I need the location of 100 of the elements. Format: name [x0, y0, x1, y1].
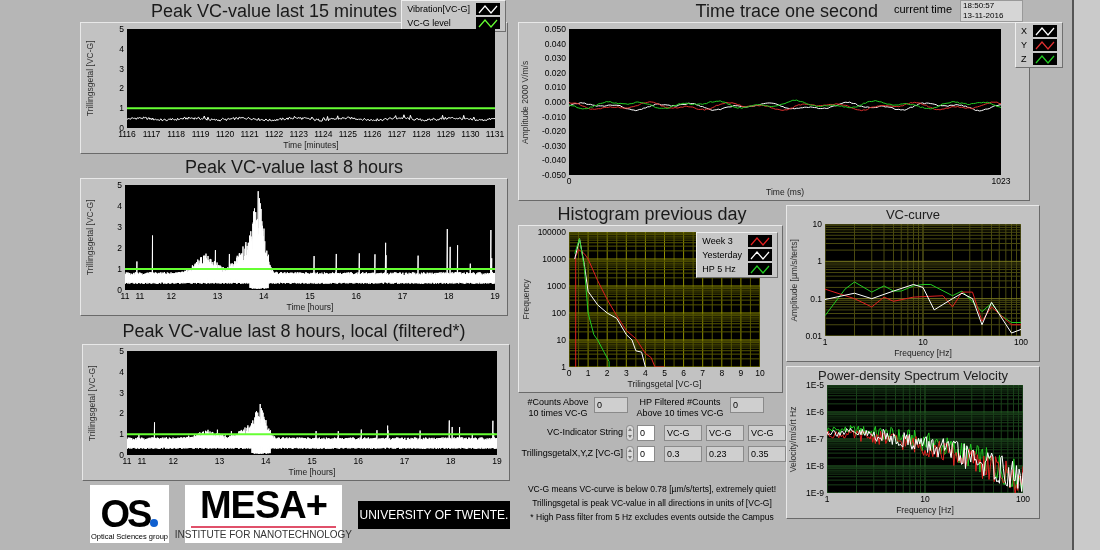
- axis-tick-label: 0.010: [544, 82, 566, 93]
- axis-tick-label: 2: [119, 83, 124, 94]
- axis-tick-label: -0.040: [541, 155, 566, 166]
- field-label: HP Filtered #Counts Above 10 times VC-G: [635, 397, 725, 419]
- axis-tick-label: 2: [119, 408, 124, 419]
- note-text: * High Pass filter from 5 Hz excludes events outside the Campus: [530, 512, 774, 523]
- legend-swatch-icon: [476, 3, 500, 15]
- spin-buttons-icon[interactable]: [626, 446, 634, 462]
- axis-tick-label: 1131: [485, 129, 505, 139]
- count-field: 0: [730, 397, 764, 413]
- axis-tick-label: 18: [444, 291, 454, 301]
- field-label: current time: [894, 2, 953, 17]
- axis-tick-label: 1129: [436, 129, 456, 139]
- axis-tick-label: 0.040: [544, 38, 566, 49]
- note-text: Trillingsgetal is peak VC-value in all directions in units of [VC-G]: [532, 498, 772, 509]
- legend-label: Vibration[VC-G]: [407, 3, 470, 15]
- axis-tick-label: 1: [822, 337, 828, 347]
- axis-tick-label: 3: [119, 387, 124, 398]
- axis-tick-label: 5: [117, 180, 122, 190]
- axis-tick-label: 1130: [461, 129, 480, 139]
- indicator-field: 0.3: [664, 446, 702, 462]
- legend-label: Week 3: [702, 235, 733, 247]
- legend-swatch-icon: [1033, 39, 1057, 51]
- field-label: VC-Indicator String: [545, 426, 623, 440]
- axis-tick-label: 0: [566, 176, 572, 186]
- axis-label: Time [hours]: [286, 302, 334, 313]
- axis-tick-label: 100: [1015, 494, 1031, 504]
- axis-tick-label: 14: [259, 291, 269, 301]
- axis-tick-label: 0: [566, 368, 572, 378]
- count-field: 0: [594, 397, 628, 413]
- axis-tick-label: 0: [119, 450, 124, 460]
- axis-tick-label: 1119: [191, 129, 210, 139]
- axis-tick-label: 5: [662, 368, 667, 378]
- axis-label: Trillingsgetal [VC-G]: [84, 199, 97, 276]
- note-text: VC-G means VC-curve is below 0.78 [µm/s/terts], extremely quiet!: [527, 484, 777, 495]
- legend-swatch-icon: [1033, 53, 1057, 65]
- legend-label: VC-G level: [407, 17, 451, 29]
- axis-tick-label: 100: [1013, 337, 1029, 347]
- axis-tick-label: -0.010: [541, 111, 566, 122]
- axis-tick-label: 10: [755, 368, 765, 378]
- axis-tick-label: 8: [719, 368, 725, 378]
- axis-label: Time [hours]: [288, 467, 336, 478]
- axis-tick-label: 10: [812, 219, 822, 229]
- axis-tick-label: -0.020: [541, 126, 566, 137]
- axis-tick-label: 1023: [991, 176, 1011, 186]
- axis-tick-label: 1: [824, 494, 830, 504]
- axis-tick-label: 16: [353, 456, 363, 466]
- axis-tick-label: 11: [137, 456, 147, 466]
- axis-tick-label: 1: [117, 264, 122, 274]
- axis-tick-label: 100: [551, 308, 566, 318]
- axis-label: Velocity/m/s/rt Hz: [787, 406, 800, 472]
- axis-tick-label: 4: [117, 201, 122, 211]
- axis-label: Time [minutes]: [283, 140, 339, 151]
- axis-label: Amplitude 2000 V/m/s: [519, 60, 532, 144]
- axis-tick-label: 1: [561, 362, 566, 372]
- logo-mark: OS: [100, 497, 150, 531]
- axis-tick-label: 1126: [363, 129, 382, 139]
- axis-tick-label: 6: [681, 368, 686, 378]
- legend-label: Y: [1021, 39, 1027, 51]
- chart-title: Peak VC-value last 15 minutes: [150, 0, 398, 22]
- axis-tick-label: 5: [119, 346, 124, 356]
- axis-label: Frequency [Hz]: [894, 348, 952, 359]
- legend-swatch-icon: [748, 235, 772, 247]
- axis-label: Time (ms): [766, 187, 804, 198]
- axis-tick-label: 14: [261, 456, 271, 466]
- axis-tick-label: 0.020: [544, 67, 566, 78]
- axis-tick-label: 17: [397, 291, 408, 301]
- axis-tick-label: 4: [119, 366, 124, 377]
- axis-tick-label: 2: [117, 243, 122, 253]
- index-field: 0: [637, 446, 655, 462]
- axis-label: Trillingsgetal [VC-G]: [84, 40, 97, 117]
- axis-tick-label: 13: [212, 291, 223, 301]
- field-label: TrillingsgetalX,Y,Z [VC-G]: [520, 447, 623, 461]
- time-value: 18:50:57: [963, 1, 996, 11]
- axis-tick-label: 1127: [387, 129, 406, 139]
- spin-buttons-icon[interactable]: [626, 425, 634, 441]
- axis-tick-label: 13: [214, 456, 225, 466]
- chart-title: Histogram previous day: [557, 203, 747, 225]
- axis-tick-label: 4: [119, 43, 124, 54]
- axis-tick-label: 1E-5: [806, 380, 824, 390]
- field-label: #Counts Above 10 times VC-G: [526, 397, 590, 419]
- axis-tick-label: 1: [119, 429, 124, 440]
- axis-tick-label: 1118: [167, 129, 185, 139]
- chart-title: Peak VC-value last 8 hours, local (filtered*): [122, 320, 466, 343]
- legend-swatch-icon: [748, 249, 772, 261]
- axis-tick-label: 1120: [216, 129, 235, 139]
- chart-title: Power-density Spectrum Velocity: [818, 368, 1008, 383]
- legend-label: Z: [1021, 53, 1027, 65]
- axis-tick-label: 10000: [542, 254, 566, 264]
- chart-title: Time trace one second: [695, 0, 878, 22]
- axis-tick-label: 4: [643, 368, 648, 378]
- axis-tick-label: 11: [135, 291, 145, 301]
- axis-tick-label: 1123: [289, 129, 308, 139]
- axis-tick-label: 10: [920, 494, 930, 504]
- indicator-field: VC-G: [664, 425, 702, 441]
- axis-tick-label: -0.050: [541, 170, 566, 180]
- axis-label: Amplitude [µm/s/terts]: [787, 238, 800, 322]
- axis-tick-label: 0.050: [544, 24, 566, 34]
- legend-swatch-icon: [1033, 25, 1057, 37]
- axis-label: Frequency: [519, 279, 532, 320]
